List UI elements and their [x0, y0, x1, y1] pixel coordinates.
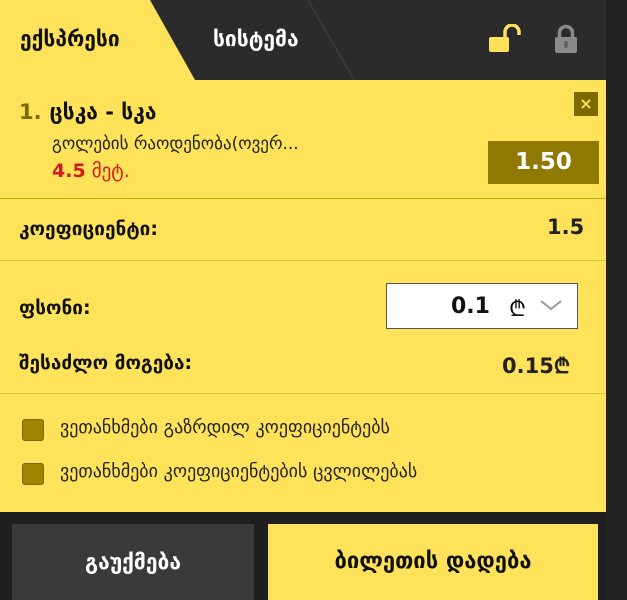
cancel-button[interactable]: გაუქმება [12, 524, 254, 600]
bet-line-text: მეტ. [91, 160, 130, 182]
coefficient-label: კოეფიციენტი: [19, 218, 158, 240]
accept-odds-change-label: ვეთანხმები კოეფიციენტების ცვლილებას [60, 461, 418, 482]
tab-divider [306, 0, 356, 80]
coefficient-value: 1.5 [547, 215, 585, 239]
lock-open-icon[interactable] [487, 24, 523, 54]
bet-number: 1. [19, 100, 42, 124]
place-bet-button[interactable]: ბილეთის დადება [268, 524, 598, 600]
tab-system[interactable]: სისტემა [213, 27, 299, 51]
accept-increased-odds-checkbox[interactable] [22, 419, 44, 441]
accept-increased-odds-label: ვეთანხმები გაზრდილ კოეფიციენტებს [60, 417, 390, 438]
tab-express[interactable]: ექსპრესი [0, 0, 195, 80]
tab-express-label: ექსპრესი [20, 27, 120, 51]
scrollbar-track[interactable] [606, 0, 627, 600]
close-icon[interactable]: × [574, 92, 598, 116]
stake-value: 0.1 [451, 294, 490, 319]
stake-label: ფსონი: [19, 297, 91, 319]
bet-line-value: 4.5 [52, 160, 86, 182]
tab-bar: ექსპრესი სისტემა [0, 0, 606, 80]
bet-odds: 1.50 [488, 141, 599, 184]
bet-match: ცსკა - სკა [49, 100, 157, 124]
bet-line: 4.5 მეტ. [52, 160, 130, 182]
bet-title: 1. ცსკა - სკა [19, 100, 156, 124]
accept-odds-change-checkbox[interactable] [22, 463, 44, 485]
bet-market: გოლების რაოდენობა(ოვერ... [52, 134, 299, 154]
possible-win-value: 0.15₾ [502, 354, 571, 378]
stake-input[interactable]: 0.1 ₾ [386, 283, 578, 329]
divider [0, 260, 606, 261]
chevron-down-icon[interactable] [539, 297, 563, 313]
possible-win-label: შესაძლო მოგება: [19, 352, 193, 374]
lari-icon: ₾ [509, 297, 526, 322]
divider [0, 393, 606, 394]
lock-closed-icon[interactable] [552, 24, 580, 54]
